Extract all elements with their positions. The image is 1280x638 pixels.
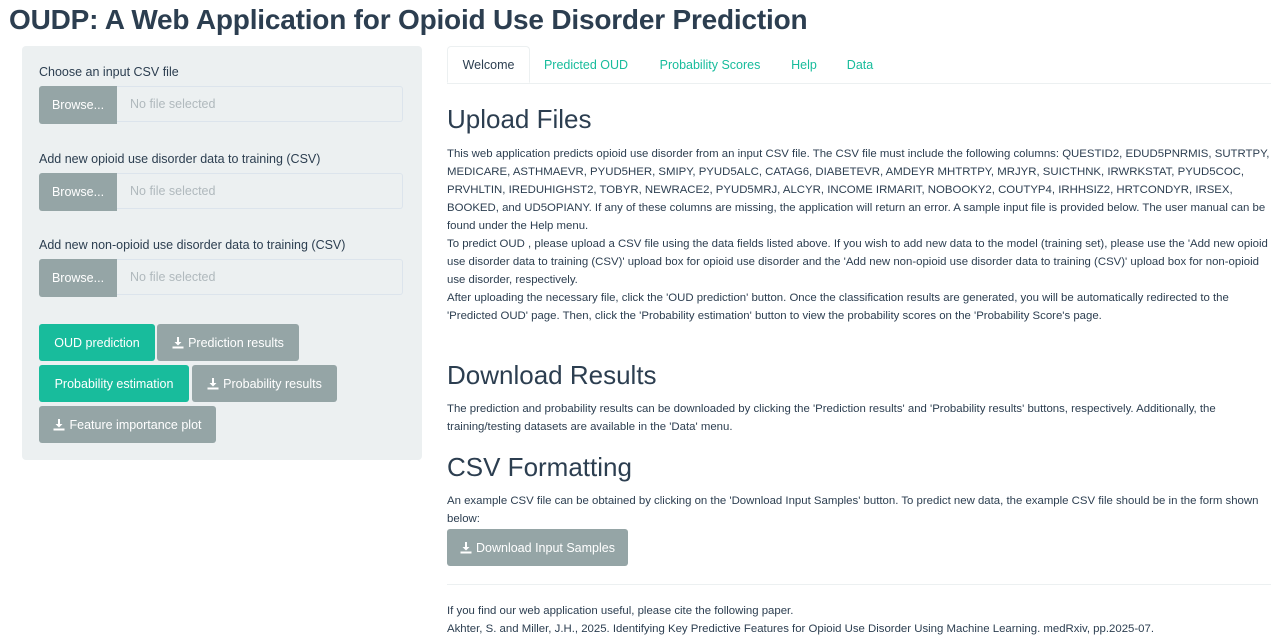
- sidebar-panel: Choose an input CSV file Browse... No fi…: [22, 46, 422, 460]
- oud-training-filename-field[interactable]: No file selected: [117, 173, 403, 209]
- csv-formatting-text: An example CSV file can be obtained by c…: [447, 492, 1273, 528]
- upload-instructions-paragraph: To predict OUD , please upload a CSV fil…: [447, 238, 1268, 286]
- page-title: OUDP: A Web Application for Opioid Use D…: [9, 4, 808, 35]
- feature-importance-plot-button[interactable]: Feature importance plot: [39, 406, 216, 443]
- tab-welcome[interactable]: Welcome: [447, 46, 530, 83]
- download-icon: [53, 418, 65, 431]
- download-icon: [172, 336, 184, 349]
- non-oud-training-file-input[interactable]: Browse... No file selected: [39, 259, 405, 297]
- prediction-steps-paragraph: After uploading the necessary file, clic…: [447, 292, 1229, 322]
- section-divider: [447, 584, 1271, 585]
- feature-importance-plot-button-label: Feature importance plot: [69, 417, 202, 432]
- input-csv-file-input[interactable]: Browse... No file selected: [39, 86, 405, 124]
- probability-estimation-button[interactable]: Probability estimation: [39, 365, 189, 402]
- probability-results-button-label: Probability results: [223, 376, 322, 391]
- oud-training-browse-button[interactable]: Browse...: [39, 173, 117, 211]
- download-description-paragraph: The prediction and probability results c…: [447, 403, 1216, 433]
- upload-files-heading: Upload Files: [447, 104, 592, 134]
- tab-help[interactable]: Help: [783, 46, 825, 83]
- non-oud-training-filename-field[interactable]: No file selected: [117, 259, 403, 295]
- non-oud-training-browse-button[interactable]: Browse...: [39, 259, 117, 297]
- citation-text: If you find our web application useful, …: [447, 602, 1273, 638]
- download-results-text: The prediction and probability results c…: [447, 400, 1273, 436]
- citation-reference: Akhter, S. and Miller, J.H., 2025. Ident…: [447, 623, 1154, 635]
- oud-training-label: Add new opioid use disorder data to trai…: [39, 152, 321, 166]
- tab-data[interactable]: Data: [840, 46, 880, 83]
- input-csv-filename-field[interactable]: No file selected: [117, 86, 403, 122]
- prediction-results-button[interactable]: Prediction results: [157, 324, 299, 361]
- csv-description-paragraph: An example CSV file can be obtained by c…: [447, 495, 1259, 525]
- main-tabs: Welcome Predicted OUD Probability Scores…: [447, 46, 1271, 84]
- oud-training-file-input[interactable]: Browse... No file selected: [39, 173, 405, 211]
- probability-estimation-button-label: Probability estimation: [54, 376, 174, 391]
- download-icon: [460, 541, 472, 554]
- oud-prediction-button[interactable]: OUD prediction: [39, 324, 155, 361]
- upload-files-text: This web application predicts opioid use…: [447, 145, 1273, 325]
- probability-results-button[interactable]: Probability results: [192, 365, 337, 402]
- input-csv-label: Choose an input CSV file: [39, 65, 179, 79]
- download-results-heading: Download Results: [447, 360, 657, 390]
- upload-description-paragraph: This web application predicts opioid use…: [447, 148, 1270, 232]
- csv-formatting-heading: CSV Formatting: [447, 452, 632, 482]
- prediction-results-button-label: Prediction results: [188, 335, 284, 350]
- citation-intro: If you find our web application useful, …: [447, 605, 794, 617]
- download-input-samples-button[interactable]: Download Input Samples: [447, 529, 628, 566]
- tab-probability-scores[interactable]: Probability Scores: [651, 46, 769, 83]
- download-icon: [207, 377, 219, 390]
- non-oud-training-label: Add new non-opioid use disorder data to …: [39, 238, 346, 252]
- input-csv-browse-button[interactable]: Browse...: [39, 86, 117, 124]
- download-input-samples-button-label: Download Input Samples: [476, 540, 615, 555]
- tab-predicted-oud[interactable]: Predicted OUD: [535, 46, 637, 83]
- oud-prediction-button-label: OUD prediction: [54, 335, 140, 350]
